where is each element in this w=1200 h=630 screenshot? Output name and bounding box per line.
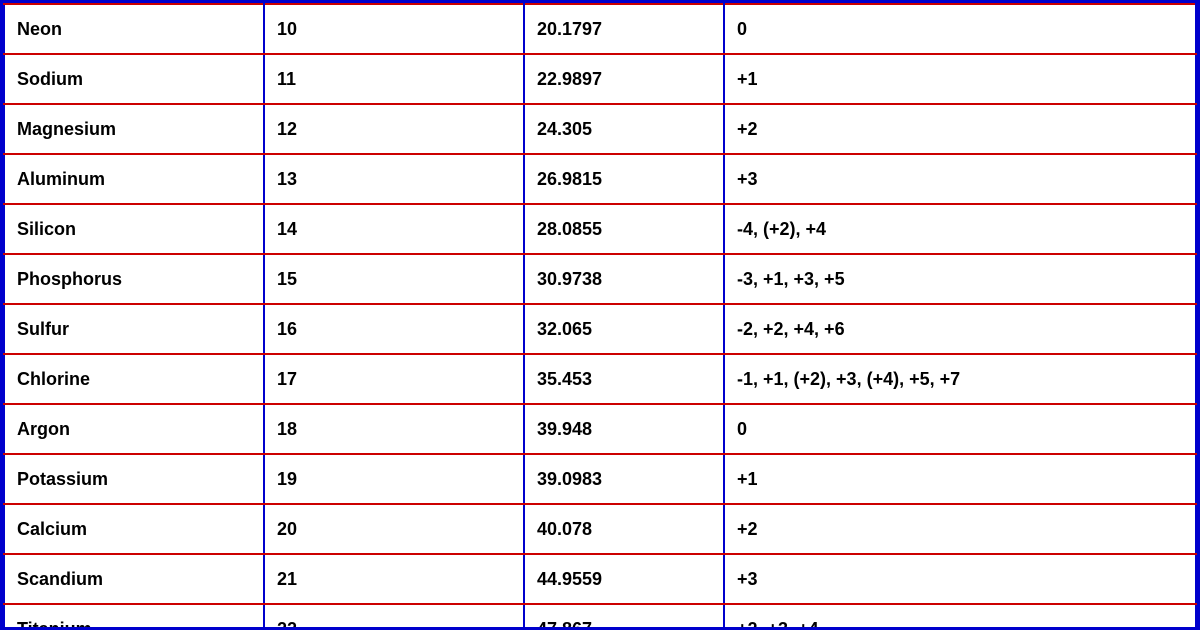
table-row: Calcium2040.078+2 [4, 504, 1196, 554]
oxidation-states: +1 [724, 54, 1196, 104]
atomic-weight: 35.453 [524, 354, 724, 404]
element-name: Sulfur [4, 304, 264, 354]
element-name: Scandium [4, 554, 264, 604]
atomic-weight: 20.1797 [524, 4, 724, 54]
atomic-number: 20 [264, 504, 524, 554]
element-name: Argon [4, 404, 264, 454]
atomic-weight: 30.9738 [524, 254, 724, 304]
atomic-weight: 24.305 [524, 104, 724, 154]
atomic-number: 17 [264, 354, 524, 404]
atomic-number: 14 [264, 204, 524, 254]
atomic-number: 13 [264, 154, 524, 204]
table-row: Aluminum1326.9815+3 [4, 154, 1196, 204]
atomic-number: 11 [264, 54, 524, 104]
table-row: Sodium1122.9897+1 [4, 54, 1196, 104]
oxidation-states: 0 [724, 404, 1196, 454]
atomic-weight: 39.0983 [524, 454, 724, 504]
oxidation-states: -3, +1, +3, +5 [724, 254, 1196, 304]
element-name: Chlorine [4, 354, 264, 404]
table-row: Potassium1939.0983+1 [4, 454, 1196, 504]
atomic-number: 15 [264, 254, 524, 304]
element-name: Potassium [4, 454, 264, 504]
atomic-weight: 22.9897 [524, 54, 724, 104]
atomic-weight: 32.065 [524, 304, 724, 354]
element-name: Titanium [4, 604, 264, 630]
atomic-weight: 28.0855 [524, 204, 724, 254]
table-row: Sulfur1632.065-2, +2, +4, +6 [4, 304, 1196, 354]
table-row: Titanium2247.867+2, +3, +4 [4, 604, 1196, 630]
oxidation-states: +3 [724, 554, 1196, 604]
oxidation-states: 0 [724, 4, 1196, 54]
oxidation-states: +2 [724, 504, 1196, 554]
oxidation-states: -4, (+2), +4 [724, 204, 1196, 254]
atomic-weight: 26.9815 [524, 154, 724, 204]
atomic-number: 19 [264, 454, 524, 504]
table-row: Magnesium1224.305+2 [4, 104, 1196, 154]
oxidation-states: +2, +3, +4 [724, 604, 1196, 630]
element-name: Neon [4, 4, 264, 54]
element-name: Sodium [4, 54, 264, 104]
atomic-number: 22 [264, 604, 524, 630]
table-row: Argon1839.9480 [4, 404, 1196, 454]
atomic-number: 12 [264, 104, 524, 154]
element-name: Silicon [4, 204, 264, 254]
table-row: Scandium2144.9559+3 [4, 554, 1196, 604]
oxidation-states: +3 [724, 154, 1196, 204]
atomic-weight: 40.078 [524, 504, 724, 554]
atomic-weight: 47.867 [524, 604, 724, 630]
element-name: Calcium [4, 504, 264, 554]
atomic-number: 10 [264, 4, 524, 54]
atomic-number: 21 [264, 554, 524, 604]
table-row: Neon1020.17970 [4, 4, 1196, 54]
element-name: Aluminum [4, 154, 264, 204]
element-name: Phosphorus [4, 254, 264, 304]
periodic-table-container: Neon1020.17970Sodium1122.9897+1Magnesium… [0, 0, 1200, 630]
atomic-number: 16 [264, 304, 524, 354]
atomic-weight: 39.948 [524, 404, 724, 454]
oxidation-states: +2 [724, 104, 1196, 154]
atomic-weight: 44.9559 [524, 554, 724, 604]
element-name: Magnesium [4, 104, 264, 154]
oxidation-states: -1, +1, (+2), +3, (+4), +5, +7 [724, 354, 1196, 404]
elements-table: Neon1020.17970Sodium1122.9897+1Magnesium… [3, 3, 1197, 630]
oxidation-states: -2, +2, +4, +6 [724, 304, 1196, 354]
atomic-number: 18 [264, 404, 524, 454]
oxidation-states: +1 [724, 454, 1196, 504]
table-row: Silicon1428.0855-4, (+2), +4 [4, 204, 1196, 254]
table-row: Phosphorus1530.9738-3, +1, +3, +5 [4, 254, 1196, 304]
table-row: Chlorine1735.453-1, +1, (+2), +3, (+4), … [4, 354, 1196, 404]
